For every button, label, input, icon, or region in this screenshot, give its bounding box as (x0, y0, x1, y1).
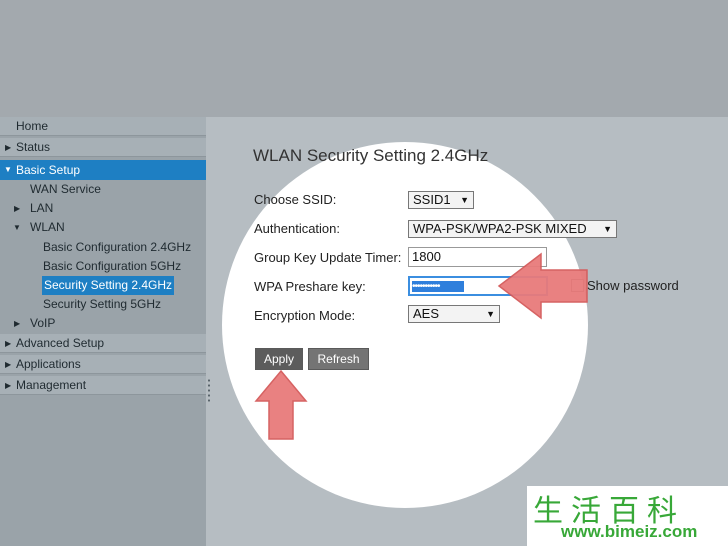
sidebar-item-label: LAN (30, 201, 54, 215)
top-banner (0, 0, 728, 117)
ssid-label: Choose SSID: (254, 192, 337, 207)
page-title: WLAN Security Setting 2.4GHz (253, 146, 489, 165)
sidebar-item-label: Status (16, 140, 51, 154)
refresh-button[interactable]: Refresh (308, 348, 369, 370)
sidebar-item-label: Security Setting 5GHz (43, 297, 162, 311)
encryption-label: Encryption Mode: (254, 308, 356, 323)
collapse-arrow-icon: ▼ (13, 223, 21, 232)
sidebar-item-label: Basic Configuration 2.4GHz (43, 240, 192, 254)
sidebar-item-label: Advanced Setup (16, 336, 105, 350)
sidebar-item-status[interactable]: ▶ Status (0, 138, 206, 157)
sidebar-item-basic-config-5[interactable]: Basic Configuration 5GHz (0, 257, 206, 276)
sidebar-item-label: Management (16, 378, 87, 392)
ssid-select[interactable]: SSID1 ▼ (408, 191, 474, 209)
sidebar-item-advanced-setup[interactable]: ▶ Advanced Setup (0, 334, 206, 353)
pointer-arrow-left-icon (497, 252, 588, 320)
sidebar-item-label: Security Setting 2.4GHz (42, 276, 175, 295)
watermark-logo: 生活百科 www.bimeiz.com (527, 486, 728, 546)
sidebar-item-label: WAN Service (30, 182, 101, 196)
sidebar-item-label: VoIP (30, 316, 56, 330)
expand-arrow-icon: ▶ (5, 339, 12, 348)
resize-handle[interactable] (207, 378, 211, 402)
sidebar-nav: Home ▶ Status ▼ Basic Setup WAN Service … (0, 117, 206, 546)
show-password-label: Show password (587, 278, 679, 293)
expand-arrow-icon: ▶ (14, 204, 21, 213)
pointer-arrow-up-icon (254, 369, 308, 440)
expand-arrow-icon: ▶ (5, 360, 12, 369)
encryption-value: AES (413, 306, 440, 321)
sidebar-item-label: Basic Configuration 5GHz (43, 259, 182, 273)
sidebar-item-security-24[interactable]: Security Setting 2.4GHz (0, 276, 206, 295)
sidebar-item-applications[interactable]: ▶ Applications (0, 355, 206, 374)
sidebar-item-label: Home (16, 119, 49, 133)
sidebar-item-home[interactable]: Home (0, 117, 206, 136)
chevron-down-icon: ▼ (460, 195, 469, 205)
group-key-label: Group Key Update Timer: (254, 250, 402, 265)
sidebar-item-label: Applications (16, 357, 81, 371)
watermark-url: www.bimeiz.com (561, 522, 698, 541)
sidebar-item-basic-config-24[interactable]: Basic Configuration 2.4GHz (0, 238, 206, 257)
authentication-value: WPA-PSK/WPA2-PSK MIXED (413, 221, 587, 236)
sidebar-item-lan[interactable]: ▶ LAN (0, 199, 206, 218)
sidebar-item-voip[interactable]: ▶ VoIP (0, 314, 206, 333)
sidebar-item-management[interactable]: ▶ Management (0, 376, 206, 395)
apply-button[interactable]: Apply (255, 348, 303, 370)
sidebar-item-label: WLAN (30, 220, 65, 234)
authentication-label: Authentication: (254, 221, 341, 236)
sidebar-item-basic-setup[interactable]: ▼ Basic Setup (0, 160, 206, 180)
chevron-down-icon: ▼ (603, 224, 612, 234)
expand-arrow-icon: ▶ (14, 319, 21, 328)
wpa-key-label: WPA Preshare key: (254, 279, 366, 294)
encryption-select[interactable]: AES ▼ (408, 305, 500, 323)
sidebar-item-label: Basic Setup (16, 163, 81, 177)
sidebar-item-wan-service[interactable]: WAN Service (0, 180, 206, 199)
wpa-key-value: ••••••••••• (412, 281, 464, 292)
collapse-arrow-icon: ▼ (4, 165, 12, 174)
sidebar-item-security-5[interactable]: Security Setting 5GHz (0, 295, 206, 314)
group-key-value: 1800 (412, 249, 441, 264)
sidebar-item-wlan[interactable]: ▼ WLAN (0, 218, 206, 237)
expand-arrow-icon: ▶ (5, 381, 12, 390)
expand-arrow-icon: ▶ (5, 143, 12, 152)
chevron-down-icon: ▼ (486, 309, 495, 319)
authentication-select[interactable]: WPA-PSK/WPA2-PSK MIXED ▼ (408, 220, 617, 238)
ssid-value: SSID1 (413, 192, 451, 207)
